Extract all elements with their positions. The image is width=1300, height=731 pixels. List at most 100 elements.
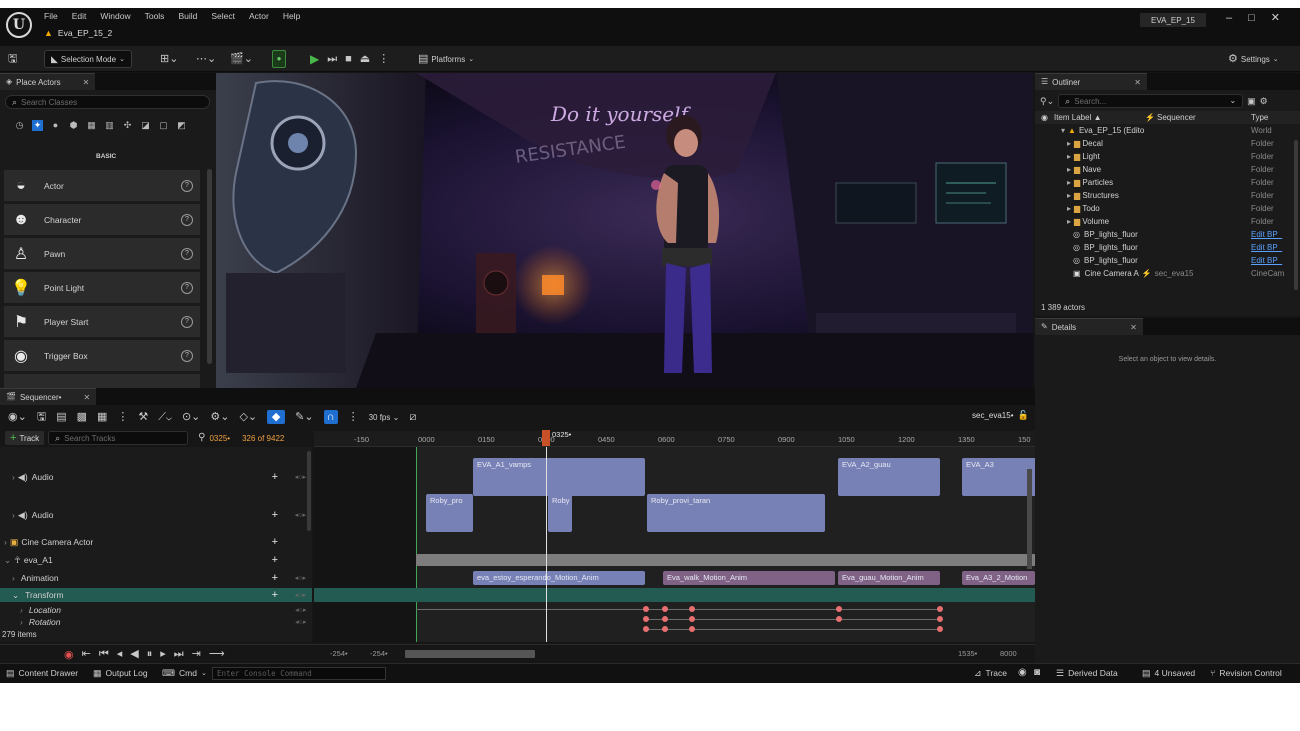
world-icon[interactable]: ◉⌄ (8, 411, 27, 423)
gear-icon[interactable]: ⚙ (1260, 96, 1268, 106)
basic-category-icon[interactable]: ✦ (32, 120, 43, 131)
record-trace-icon[interactable]: ◉ (1018, 668, 1027, 678)
key-nav-icon[interactable]: ◂○▸ (295, 473, 306, 481)
sequence-name[interactable]: sec_eva15• 🔓 (972, 411, 1029, 421)
selection-mode-dropdown[interactable]: ◣ Selection Mode ⌄ (44, 50, 132, 68)
expand-arrow-icon[interactable]: › (12, 573, 15, 583)
settings-button[interactable]: ⚙ Settings ⌄ (1228, 50, 1279, 68)
track-audio-1[interactable]: › ◀) Audio + ◂○▸ (0, 465, 312, 489)
help-icon[interactable]: ? (181, 281, 193, 294)
expand-arrow-icon[interactable]: ▸ (1067, 217, 1071, 226)
cinematics-button[interactable]: 🎬⌄ (230, 50, 253, 68)
menu-build[interactable]: Build (178, 11, 197, 21)
outliner-row-folder[interactable]: ▸ ▆ Todo Folder (1035, 202, 1293, 215)
expand-arrow-icon[interactable]: ▸ (1067, 204, 1071, 213)
expand-arrow-icon[interactable]: › (20, 617, 23, 627)
actions-icon[interactable]: ⚒ (138, 411, 148, 423)
render-icon[interactable]: ▦ (97, 411, 107, 423)
auto-key-icon[interactable]: ◆ (267, 410, 286, 424)
view-options-icon[interactable]: ⚙⌄ (210, 411, 229, 423)
track-transform[interactable]: ⌄ Transform + ◂○▸ (0, 588, 312, 602)
more-options-icon[interactable]: ⋮ (348, 411, 359, 423)
shapes-category-icon[interactable]: ⬢ (68, 120, 79, 131)
actor-item-character[interactable]: ☻ Character ? (4, 204, 200, 235)
track-cine-camera[interactable]: › ▣ Cine Camera Actor + (0, 535, 312, 549)
content-drawer-button[interactable]: ▤ Content Drawer (6, 668, 78, 678)
keyframe[interactable] (643, 606, 649, 612)
expand-arrow-icon[interactable]: › (4, 537, 7, 547)
menu-edit[interactable]: Edit (72, 11, 87, 21)
expand-arrow-icon[interactable]: ▸ (1067, 139, 1071, 148)
scrollbar[interactable] (1294, 140, 1298, 290)
output-log-button[interactable]: ▦ Output Log (93, 668, 148, 678)
collapse-arrow-icon[interactable]: ⌄ (12, 590, 19, 601)
close-icon[interactable]: ✕ (83, 78, 90, 87)
snap-icon[interactable]: ∩ (323, 410, 338, 424)
filter-icon[interactable]: ⚲ (198, 433, 205, 443)
playhead-line[interactable] (546, 447, 547, 642)
mode-icon[interactable]: ● (272, 50, 286, 68)
search-tracks-input[interactable]: ⌕ Search Tracks (48, 431, 189, 445)
pause-icon[interactable]: ⏸ (147, 648, 153, 660)
playback-range-end[interactable]: 1535• (958, 649, 977, 658)
audio-clip[interactable]: EVA_A2_guau (838, 458, 940, 496)
edit-blueprint-link[interactable]: Edit BP_ (1251, 256, 1282, 265)
volumes-category-icon[interactable]: ◪ (140, 120, 151, 131)
menu-select[interactable]: Select (211, 11, 235, 21)
revision-control-button[interactable]: ⑂ Revision Control (1210, 668, 1282, 678)
help-icon[interactable]: ? (181, 315, 193, 328)
key-nav-icon[interactable]: ◂○▸ (295, 618, 306, 626)
help-icon[interactable]: ? (181, 349, 193, 362)
view-range-start[interactable]: -254• (330, 649, 348, 658)
filter-icon[interactable]: ⚲⌄ (1040, 96, 1054, 106)
start-marker[interactable] (416, 447, 417, 642)
tab-details[interactable]: ✎ Details ✕ (1035, 318, 1143, 335)
outliner-row-camera[interactable]: ▣ Cine Camera A ⚡ sec_eva15 CineCam (1035, 267, 1293, 280)
more-options-icon[interactable]: ⋮ (117, 411, 128, 423)
camera-icon[interactable]: ▩ (77, 411, 87, 423)
playback-options-icon[interactable]: ⊙⌄ (182, 411, 200, 423)
key-nav-icon[interactable]: ◂○▸ (295, 591, 306, 599)
add-folder-icon[interactable]: ▣ (1247, 96, 1256, 106)
key-nav-icon[interactable]: ◂○▸ (295, 606, 306, 614)
track-audio-2[interactable]: › ◀) Audio + ◂○▸ (0, 503, 312, 527)
keyframe[interactable] (689, 606, 695, 612)
curve-editor-icon[interactable]: ⧄ (409, 411, 416, 423)
keyframe[interactable] (643, 626, 649, 632)
step-forward-icon[interactable]: ▸ (160, 648, 166, 660)
prev-key-icon[interactable]: ⏮ (99, 648, 109, 660)
menu-window[interactable]: Window (100, 11, 130, 21)
playhead-handle[interactable] (542, 430, 550, 446)
keyframe[interactable] (662, 606, 668, 612)
outliner-row-folder[interactable]: ▸ ▆ Particles Folder (1035, 176, 1293, 189)
outliner-row-folder[interactable]: ▸ ▆ Volume Folder (1035, 215, 1293, 228)
key-nav-icon[interactable]: ◂○▸ (295, 511, 306, 519)
track-location[interactable]: › Location ◂○▸ (0, 604, 312, 616)
animation-clip[interactable]: Eva_guau_Motion_Anim (838, 571, 940, 585)
maximize-icon[interactable]: □ (1248, 12, 1255, 24)
outliner-row-folder[interactable]: ▸ ▆ Nave Folder (1035, 163, 1293, 176)
recent-icon[interactable]: ◷ (14, 120, 25, 131)
actor-item-trigger-box[interactable]: ◉ Trigger Box ? (4, 340, 200, 371)
derived-data-button[interactable]: ☰ Derived Data (1056, 668, 1118, 678)
playback-range-start[interactable]: -254• (370, 649, 388, 658)
actor-item-pawn[interactable]: ♙ Pawn ? (4, 238, 200, 269)
step-icon[interactable]: ⏭ (327, 53, 337, 65)
expand-arrow-icon[interactable]: ▸ (1067, 191, 1071, 200)
menu-file[interactable]: File (44, 11, 58, 21)
lights-category-icon[interactable]: ● (50, 120, 61, 131)
fps-dropdown[interactable]: 30 fps ⌄ (369, 413, 400, 422)
more-options-icon[interactable]: ⋮ (378, 53, 389, 65)
outliner-row-blueprint[interactable]: ◎ BP_lights_fluor Edit BP_ (1035, 241, 1293, 254)
tab-outliner[interactable]: ☰ Outliner ✕ (1035, 73, 1147, 90)
scrollbar[interactable] (307, 451, 311, 531)
trace-button[interactable]: ⊿ Trace (974, 668, 1007, 678)
view-range-end[interactable]: 8000 (1000, 649, 1017, 658)
console-command-input[interactable]: Enter Console Command (212, 667, 386, 680)
actor-item-partial[interactable] (4, 374, 200, 388)
minimize-icon[interactable]: – (1226, 12, 1232, 24)
keyframe[interactable] (937, 616, 943, 622)
platforms-button[interactable]: ▤ Platforms ⌄ (418, 50, 474, 68)
outliner-row-folder[interactable]: ▸ ▆ Structures Folder (1035, 189, 1293, 202)
keyframe[interactable] (937, 626, 943, 632)
